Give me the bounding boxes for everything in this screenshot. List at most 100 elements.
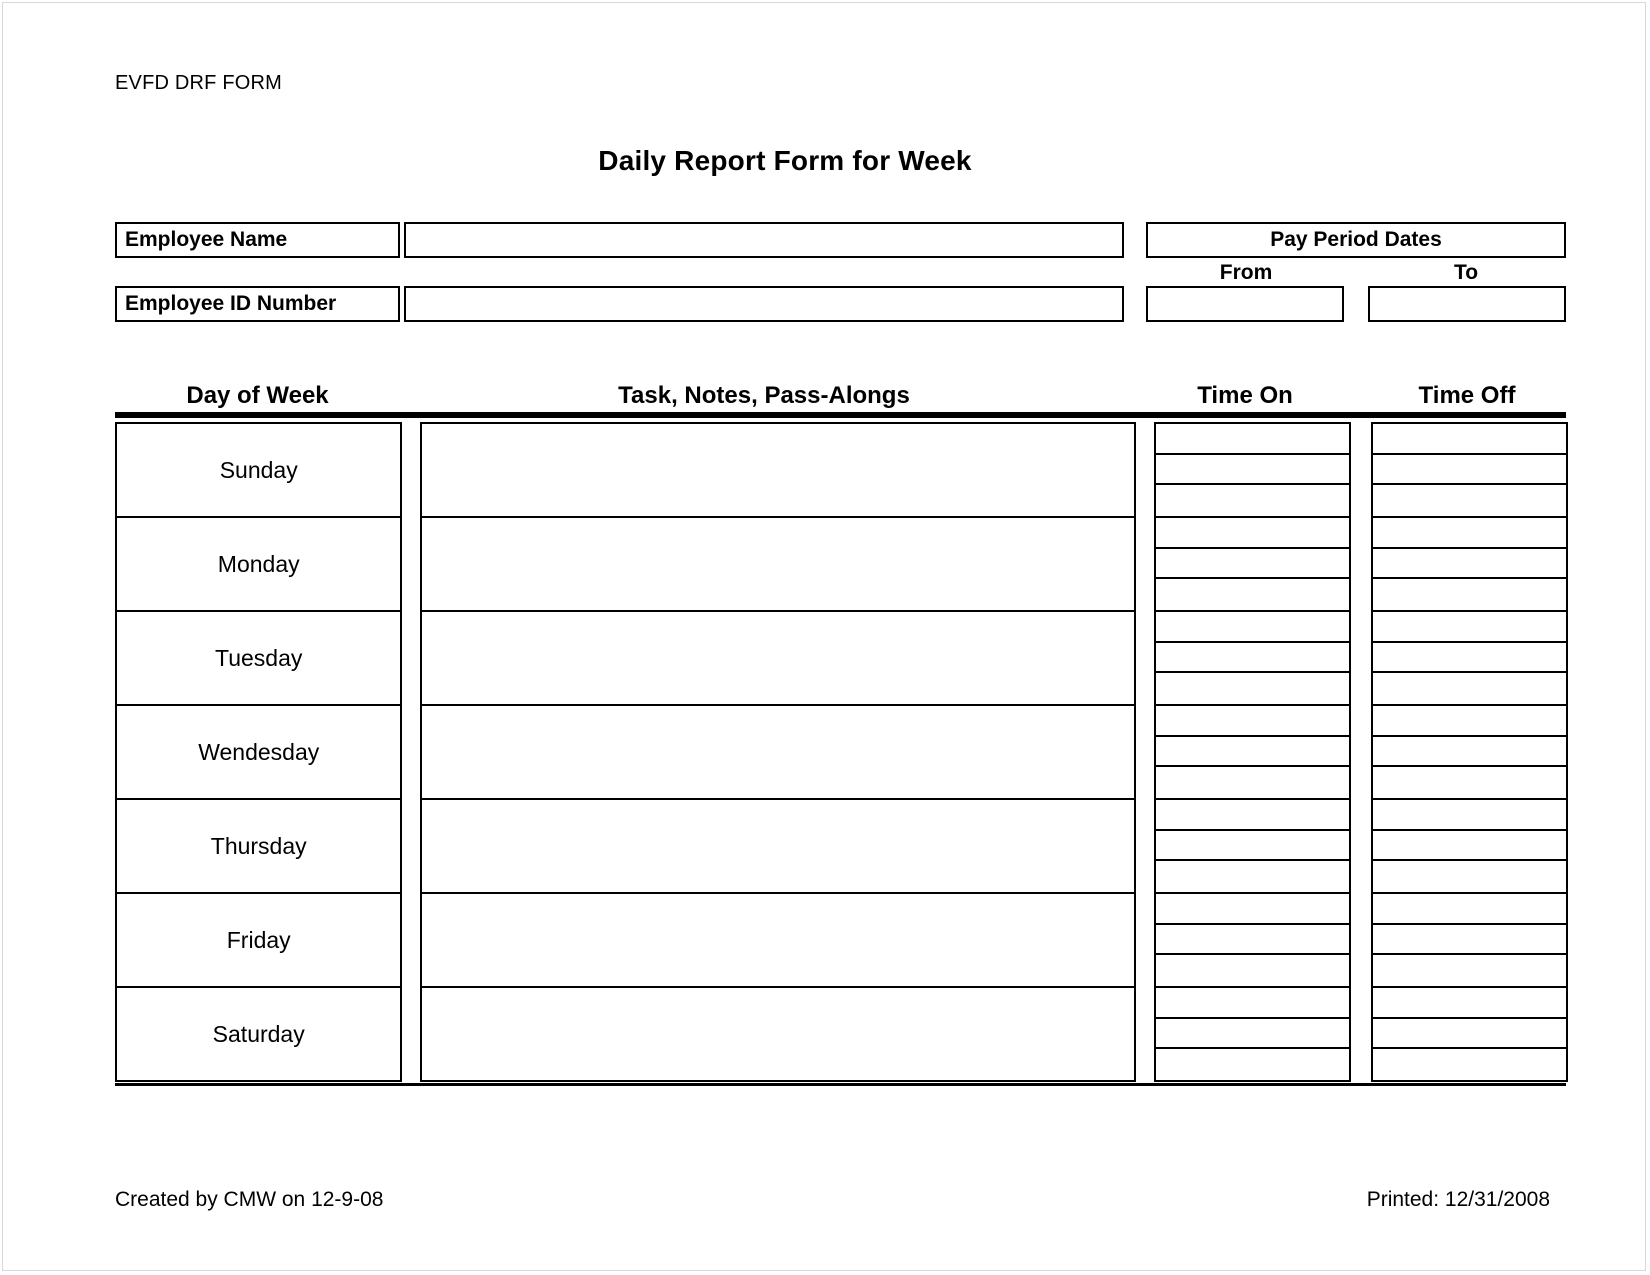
pay-period-from-input[interactable] xyxy=(1146,286,1344,322)
time-off-line[interactable] xyxy=(1373,424,1566,455)
time-off-line[interactable] xyxy=(1373,861,1566,892)
time-off-line[interactable] xyxy=(1373,831,1566,862)
time-on-line[interactable] xyxy=(1156,518,1350,549)
time-on-line[interactable] xyxy=(1156,424,1350,455)
time-off-cell[interactable] xyxy=(1371,422,1568,518)
time-on-line[interactable] xyxy=(1156,737,1350,768)
time-on-line[interactable] xyxy=(1156,831,1350,862)
time-on-line[interactable] xyxy=(1156,955,1349,986)
column-gap xyxy=(400,704,420,798)
time-off-cell[interactable] xyxy=(1371,610,1568,706)
time-on-cell[interactable] xyxy=(1154,704,1352,800)
column-gap xyxy=(400,986,420,1080)
time-on-line[interactable] xyxy=(1156,800,1350,831)
time-off-line[interactable] xyxy=(1373,485,1566,516)
time-on-cell[interactable] xyxy=(1154,422,1352,518)
time-off-line[interactable] xyxy=(1373,988,1566,1019)
task-notes-cell[interactable] xyxy=(420,704,1137,800)
employee-id-input[interactable] xyxy=(404,286,1124,322)
task-notes-cell[interactable] xyxy=(420,798,1137,894)
column-gap xyxy=(400,610,420,704)
task-notes-cell[interactable] xyxy=(420,422,1137,518)
task-notes-cell[interactable] xyxy=(420,892,1137,988)
column-gap xyxy=(1349,892,1371,986)
task-notes-cell[interactable] xyxy=(420,516,1137,612)
time-off-line[interactable] xyxy=(1373,549,1566,580)
time-on-cell[interactable] xyxy=(1154,516,1352,612)
column-gap xyxy=(1134,422,1154,516)
time-off-line[interactable] xyxy=(1373,455,1566,486)
time-off-line[interactable] xyxy=(1373,1019,1566,1050)
time-on-line[interactable] xyxy=(1156,767,1349,798)
time-on-line[interactable] xyxy=(1156,673,1349,704)
time-on-cell[interactable] xyxy=(1154,986,1352,1082)
pay-period-from-label: From xyxy=(1219,261,1273,284)
column-gap xyxy=(400,422,420,516)
header-divider xyxy=(115,412,1566,418)
time-on-line[interactable] xyxy=(1156,925,1350,956)
day-of-week-cell: Thursday xyxy=(115,798,403,894)
time-on-line[interactable] xyxy=(1156,1049,1349,1080)
week-table: Sunday Monday Tuesday Wendesday Thursday Frid… xyxy=(115,422,1568,1082)
time-on-line[interactable] xyxy=(1156,455,1350,486)
time-off-line[interactable] xyxy=(1373,518,1566,549)
daily-report-form-page: EVFD DRF FORM Daily Report Form for Week… xyxy=(0,0,1650,1275)
time-on-lines xyxy=(1156,706,1350,798)
time-off-cell[interactable] xyxy=(1371,892,1568,988)
employee-id-label: Employee ID Number xyxy=(115,286,400,322)
day-of-week-cell: Friday xyxy=(115,892,403,988)
time-off-line[interactable] xyxy=(1373,767,1566,798)
time-off-cell[interactable] xyxy=(1371,986,1568,1082)
time-on-cell[interactable] xyxy=(1154,610,1352,706)
time-off-line[interactable] xyxy=(1373,673,1566,704)
column-gap xyxy=(400,516,420,610)
time-off-line[interactable] xyxy=(1373,579,1566,610)
time-on-line[interactable] xyxy=(1156,485,1349,516)
time-on-line[interactable] xyxy=(1156,988,1350,1019)
table-row: Wendesday xyxy=(115,704,1568,800)
table-row: Monday xyxy=(115,516,1568,612)
time-on-line[interactable] xyxy=(1156,861,1349,892)
task-notes-cell[interactable] xyxy=(420,610,1137,706)
time-on-lines xyxy=(1156,518,1350,610)
time-on-line[interactable] xyxy=(1156,579,1349,610)
time-on-line[interactable] xyxy=(1156,894,1350,925)
time-off-lines xyxy=(1373,894,1566,986)
table-bottom-divider xyxy=(115,1083,1566,1086)
employee-name-label: Employee Name xyxy=(115,222,400,258)
time-on-line[interactable] xyxy=(1156,1019,1350,1050)
time-on-line[interactable] xyxy=(1156,706,1350,737)
task-notes-cell[interactable] xyxy=(420,986,1137,1082)
time-off-lines xyxy=(1373,706,1566,798)
time-off-line[interactable] xyxy=(1373,955,1566,986)
pay-period-to-label: To xyxy=(1453,261,1479,284)
table-row: Saturday xyxy=(115,986,1568,1082)
time-off-line[interactable] xyxy=(1373,894,1566,925)
column-gap xyxy=(1349,798,1371,892)
time-on-line[interactable] xyxy=(1156,612,1350,643)
time-off-cell[interactable] xyxy=(1371,516,1568,612)
time-on-line[interactable] xyxy=(1156,549,1350,580)
column-gap xyxy=(1134,986,1154,1080)
pay-period-to-input[interactable] xyxy=(1368,286,1566,322)
time-on-lines xyxy=(1156,424,1350,516)
day-of-week-cell: Saturday xyxy=(115,986,403,1082)
time-off-line[interactable] xyxy=(1373,612,1566,643)
time-on-line[interactable] xyxy=(1156,643,1350,674)
time-off-line[interactable] xyxy=(1373,1049,1566,1080)
time-on-cell[interactable] xyxy=(1154,798,1352,894)
time-off-lines xyxy=(1373,988,1566,1080)
time-off-cell[interactable] xyxy=(1371,704,1568,800)
table-row: Sunday xyxy=(115,422,1568,518)
time-off-line[interactable] xyxy=(1373,643,1566,674)
time-on-cell[interactable] xyxy=(1154,892,1352,988)
time-off-line[interactable] xyxy=(1373,737,1566,768)
time-off-line[interactable] xyxy=(1373,706,1566,737)
column-gap xyxy=(1349,986,1371,1080)
time-off-cell[interactable] xyxy=(1371,798,1568,894)
column-header-time-off: Time Off xyxy=(1418,382,1516,409)
time-off-lines xyxy=(1373,518,1566,610)
time-off-line[interactable] xyxy=(1373,800,1566,831)
time-off-line[interactable] xyxy=(1373,925,1566,956)
employee-name-input[interactable] xyxy=(404,222,1124,258)
